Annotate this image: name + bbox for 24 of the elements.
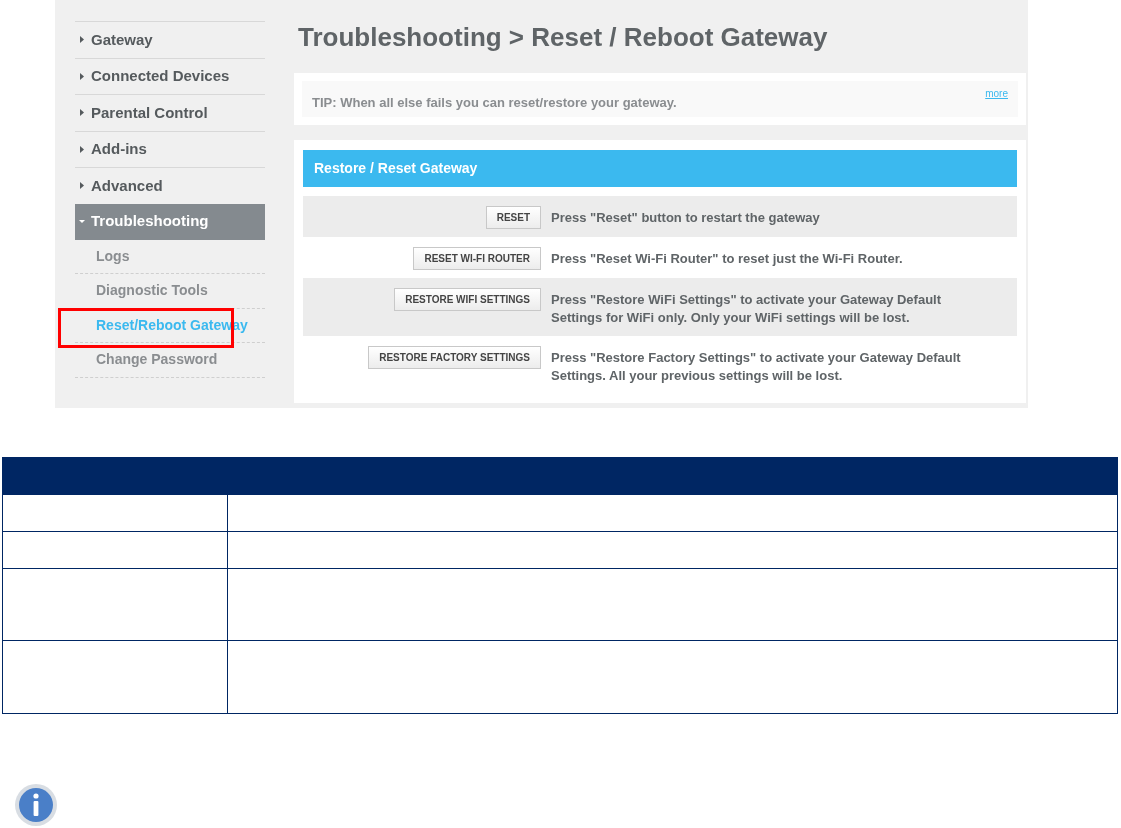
sidebar-item[interactable]: Connected Devices xyxy=(75,57,265,94)
caret-right-icon xyxy=(79,72,85,80)
info-icon xyxy=(14,783,58,827)
sidebar-item[interactable]: Add-ins xyxy=(75,130,265,167)
action-description: Press "Restore WiFi Settings" to activate your Gateway Default Settings for WiFi only. Only your WiFi settings will be lost. xyxy=(551,291,943,327)
sidebar-item[interactable]: Gateway xyxy=(75,21,265,58)
action-description: Press "Restore Factory Settings" to activate your Gateway Default Settings. All your previous settings will be lost. xyxy=(551,349,962,385)
action-button[interactable]: RESTORE WIFI SETTINGS xyxy=(394,288,541,311)
caret-down-icon xyxy=(79,218,85,225)
page-title: Troubleshooting > Reset / Reboot Gateway xyxy=(298,21,829,54)
caret-right-icon xyxy=(79,109,85,117)
caret-right-icon xyxy=(79,182,85,190)
action-description: Press "Reset" button to restart the gateway xyxy=(551,209,821,227)
action-button[interactable]: RESET xyxy=(485,206,541,229)
section-header: Restore / Reset Gateway xyxy=(303,150,1017,187)
caret-right-icon xyxy=(79,36,85,44)
sidebar-item[interactable]: Troubleshooting xyxy=(75,203,265,240)
caret-right-icon xyxy=(79,145,85,153)
tip-text: TIP: When all else fails you can reset/restore your gateway. xyxy=(312,94,677,112)
action-button[interactable]: RESTORE FACTORY SETTINGS xyxy=(368,346,541,369)
sidebar-item[interactable]: Advanced xyxy=(75,167,265,204)
action-description: Press "Reset Wi-Fi Router" to reset just the Wi-Fi Router. xyxy=(551,250,904,268)
sidebar-item[interactable]: Parental Control xyxy=(75,94,265,131)
action-button[interactable]: RESET WI-FI ROUTER xyxy=(413,247,541,270)
